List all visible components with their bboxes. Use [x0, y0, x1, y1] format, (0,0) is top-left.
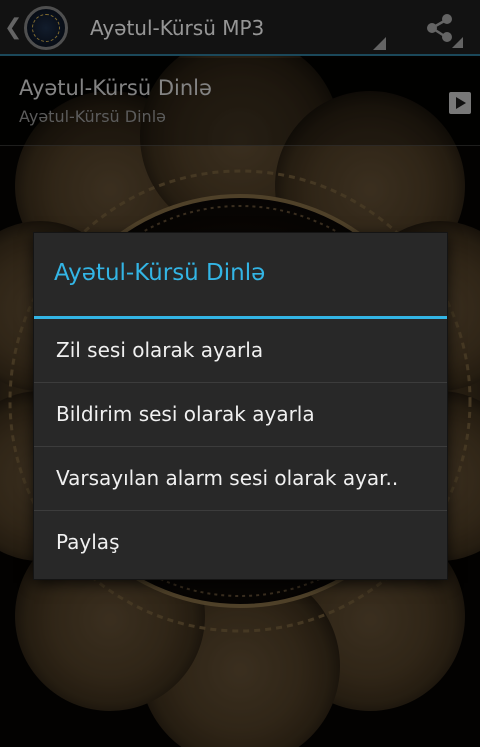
dialog-title: Ayətul-Kürsü Dinlə — [54, 260, 266, 286]
option-label: Paylaş — [56, 530, 120, 554]
option-set-ringtone[interactable]: Zil sesi olarak ayarla — [34, 319, 447, 383]
option-label: Zil sesi olarak ayarla — [56, 338, 264, 362]
dialog-options-list: Zil sesi olarak ayarla Bildirim sesi ola… — [34, 319, 447, 575]
option-label: Bildirim sesi olarak ayarla — [56, 402, 315, 426]
option-share[interactable]: Paylaş — [34, 511, 447, 575]
option-label: Varsayılan alarm sesi olarak ayar.. — [56, 466, 399, 490]
screen: ❮ Ayətul-Kürsü MP3 Ayətul-Kürsü Dinlə Ay… — [0, 0, 480, 747]
option-set-notification-sound[interactable]: Bildirim sesi olarak ayarla — [34, 383, 447, 447]
context-menu-dialog: Ayətul-Kürsü Dinlə Zil sesi olarak ayarl… — [34, 233, 447, 579]
option-set-alarm-sound[interactable]: Varsayılan alarm sesi olarak ayar.. — [34, 447, 447, 511]
